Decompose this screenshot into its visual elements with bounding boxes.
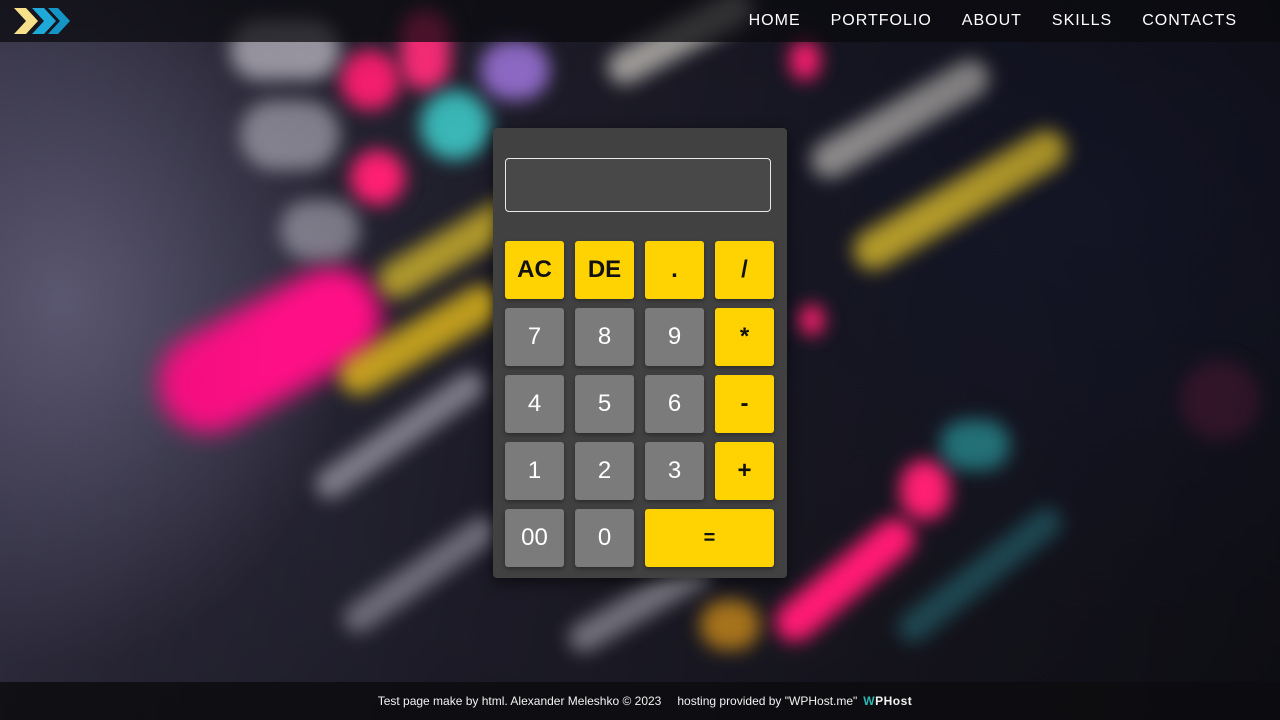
digit-5-button[interactable]: 5	[575, 375, 634, 433]
multiply-button[interactable]: *	[715, 308, 774, 366]
main-nav: HOME PORTFOLIO ABOUT SKILLS CONTACTS	[749, 0, 1237, 42]
divide-button[interactable]: /	[715, 241, 774, 299]
digit-1-button[interactable]: 1	[505, 442, 564, 500]
digit-7-button[interactable]: 7	[505, 308, 564, 366]
double-zero-button[interactable]: 00	[505, 509, 564, 567]
delete-button[interactable]: DE	[575, 241, 634, 299]
calculator-display-input[interactable]	[505, 158, 771, 212]
subtract-button[interactable]: -	[715, 375, 774, 433]
nav-home-link[interactable]: HOME	[749, 12, 801, 30]
nav-skills-link[interactable]: SKILLS	[1052, 12, 1112, 30]
all-clear-button[interactable]: AC	[505, 241, 564, 299]
digit-3-button[interactable]: 3	[645, 442, 704, 500]
equals-button[interactable]: =	[645, 509, 774, 567]
footer-hosting-text: hosting provided by "WPHost.me"	[677, 694, 858, 708]
wphost-logo-w: W	[863, 694, 876, 708]
double-chevron-logo-icon[interactable]	[12, 5, 72, 37]
calculator-keypad: AC DE . / 7 8 9 * 4 5 6 - 1 2 3 + 00 0 =	[505, 241, 774, 567]
nav-contacts-link[interactable]: CONTACTS	[1142, 12, 1237, 30]
decimal-point-button[interactable]: .	[645, 241, 704, 299]
digit-4-button[interactable]: 4	[505, 375, 564, 433]
top-nav-bar: HOME PORTFOLIO ABOUT SKILLS CONTACTS	[0, 0, 1280, 42]
digit-6-button[interactable]: 6	[645, 375, 704, 433]
add-button[interactable]: +	[715, 442, 774, 500]
digit-0-button[interactable]: 0	[575, 509, 634, 567]
footer-credit-text: Test page make by html. Alexander Melesh…	[377, 694, 662, 708]
nav-about-link[interactable]: ABOUT	[962, 12, 1022, 30]
digit-8-button[interactable]: 8	[575, 308, 634, 366]
calculator-panel: AC DE . / 7 8 9 * 4 5 6 - 1 2 3 + 00 0 =	[493, 128, 787, 578]
digit-9-button[interactable]: 9	[645, 308, 704, 366]
wphost-logo-text: PHost	[875, 694, 913, 708]
nav-portfolio-link[interactable]: PORTFOLIO	[831, 12, 932, 30]
wphost-logo-icon[interactable]: W PHost	[863, 694, 912, 708]
digit-2-button[interactable]: 2	[575, 442, 634, 500]
page-footer: Test page make by html. Alexander Melesh…	[0, 682, 1280, 720]
